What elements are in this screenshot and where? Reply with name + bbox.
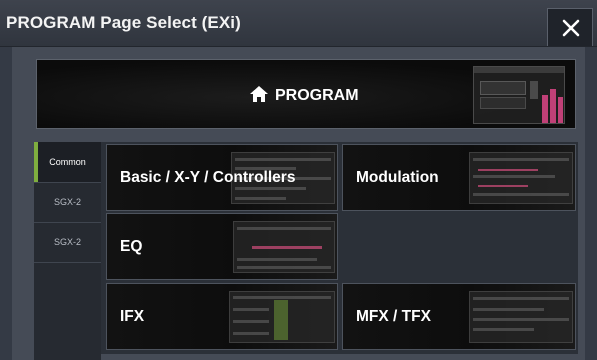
- tab-column: Common SGX-2 SGX-2: [34, 142, 101, 360]
- program-preview-thumbnail: [473, 66, 565, 124]
- active-tab-indicator: [34, 142, 38, 182]
- tile-eq-label: EQ: [120, 238, 143, 255]
- mfx-tfx-thumbnail: [469, 291, 573, 343]
- tile-mfx-tfx[interactable]: MFX / TFX: [342, 283, 576, 350]
- home-icon: [249, 85, 269, 108]
- tab-common[interactable]: Common: [34, 142, 101, 183]
- tile-basic-xy-controllers[interactable]: Basic / X-Y / Controllers: [106, 144, 338, 211]
- title-bar: PROGRAM Page Select (EXi): [0, 0, 597, 47]
- modulation-thumbnail: [469, 152, 573, 204]
- tab-sgx2-1[interactable]: SGX-2: [34, 182, 101, 223]
- tile-ifx-label: IFX: [120, 308, 145, 325]
- tile-basic-label: Basic / X-Y / Controllers: [120, 169, 296, 186]
- dialog-title: PROGRAM Page Select (EXi): [6, 13, 241, 32]
- tab-label: Common: [49, 157, 86, 167]
- tile-eq[interactable]: EQ: [106, 213, 338, 280]
- program-label: PROGRAM: [275, 87, 359, 104]
- ifx-thumbnail: [229, 291, 335, 343]
- tab-label: SGX-2: [53, 237, 81, 247]
- tab-label: SGX-2: [53, 197, 81, 207]
- program-banner-button[interactable]: PROGRAM: [36, 59, 576, 129]
- tab-sgx2-2[interactable]: SGX-2: [34, 222, 101, 263]
- tile-mfx-tfx-label: MFX / TFX: [356, 308, 431, 325]
- eq-thumbnail: [233, 221, 335, 273]
- close-button[interactable]: [547, 8, 593, 46]
- tile-ifx[interactable]: IFX: [106, 283, 338, 350]
- page-select-dialog: PROGRAM Page Select (EXi) PROGRAM Common…: [0, 0, 597, 360]
- tile-modulation[interactable]: Modulation: [342, 144, 576, 211]
- program-banner-label: PROGRAM: [249, 85, 359, 108]
- tile-modulation-label: Modulation: [356, 169, 439, 186]
- close-icon: [562, 19, 580, 37]
